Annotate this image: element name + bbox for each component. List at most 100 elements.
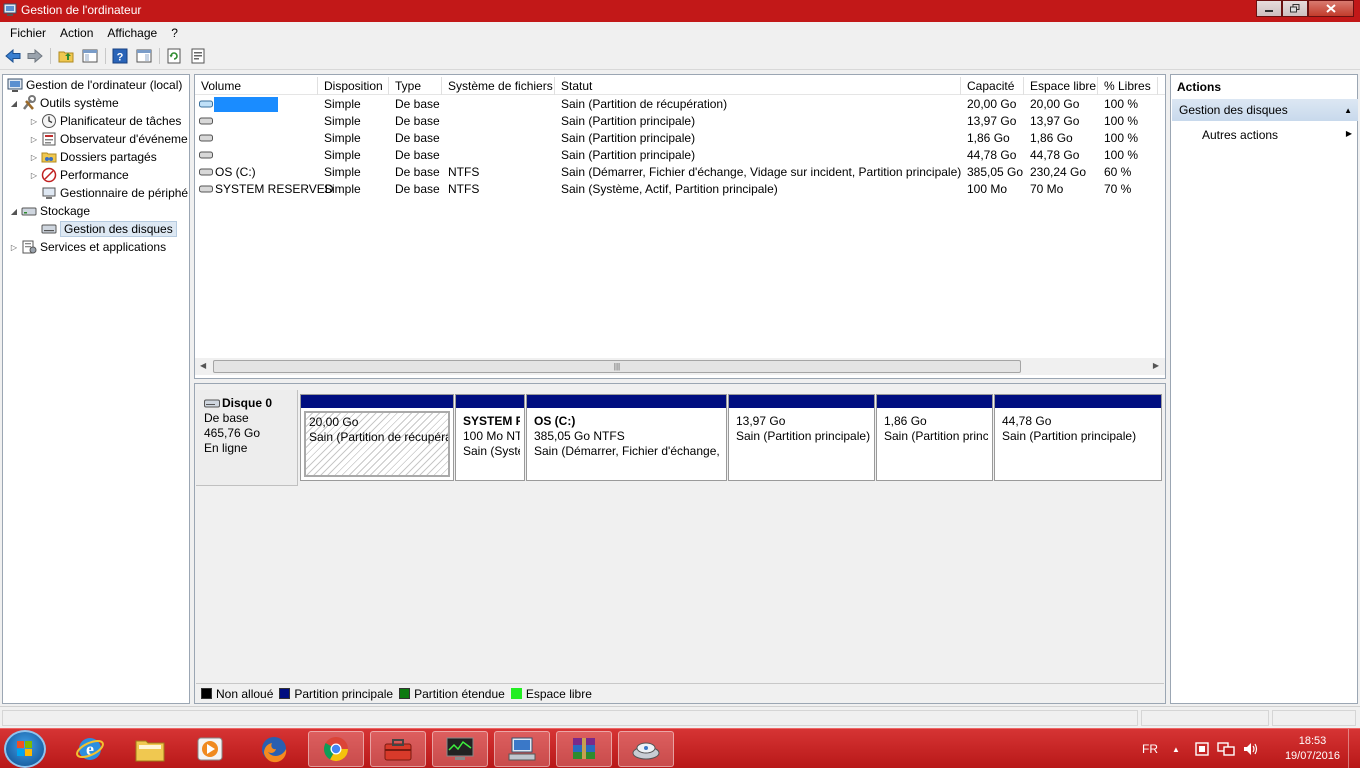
actions-title: Actions [1177, 80, 1222, 94]
cell-capacite: 385,05 Go [967, 165, 1024, 179]
event-viewer-icon [41, 131, 57, 147]
tree-node-planificateur[interactable]: ▷ Planificateur de tâches [29, 112, 181, 130]
disk-state: En ligne [204, 441, 248, 455]
partition-block[interactable]: SYSTEM R 100 Mo NT Sain (Systè [455, 394, 525, 481]
show-hide-action-pane-button[interactable] [135, 47, 153, 65]
partition-body: OS (C:) 385,05 Go NTFS Sain (Démarrer, F… [530, 411, 723, 477]
column-header-pct-libres[interactable]: % Libres [1098, 77, 1158, 95]
scrollbar-thumb[interactable]: ||| [213, 360, 1021, 373]
tree-node-stockage[interactable]: ◢ Stockage [9, 202, 90, 220]
properties-button[interactable] [189, 47, 207, 65]
partition-block[interactable]: 13,97 Go Sain (Partition principale) [728, 394, 875, 481]
minimize-button[interactable] [1256, 0, 1282, 17]
column-header-statut[interactable]: Statut [555, 77, 961, 95]
tree-node-label: Performance [60, 168, 129, 182]
taskbar-file-explorer[interactable] [122, 731, 178, 767]
expanded-arrow-icon[interactable]: ◢ [9, 207, 19, 216]
column-header-volume[interactable]: Volume [195, 77, 318, 95]
partition-block[interactable]: OS (C:) 385,05 Go NTFS Sain (Démarrer, F… [526, 394, 727, 481]
tree-node-services[interactable]: ▷ Services et applications [9, 238, 166, 256]
language-label: FR [1142, 742, 1158, 756]
device-manager-icon [41, 185, 57, 201]
action-center-icon[interactable] [1194, 729, 1210, 768]
taskbar-media-player[interactable] [182, 731, 238, 767]
partition-status: Sain (Partition principale) [736, 429, 871, 443]
taskbar-computer-management[interactable] [494, 731, 550, 767]
actions-pane: Actions Gestion des disques ▲ Autres act… [1170, 74, 1358, 704]
partition-block[interactable]: 20,00 Go Sain (Partition de récupéra [300, 394, 454, 481]
taskbar-disk-utility[interactable] [618, 731, 674, 767]
refresh-button[interactable] [165, 47, 183, 65]
tree-node-outils-systeme[interactable]: ◢ Outils système [9, 94, 119, 112]
cell-espace-libre: 230,24 Go [1030, 165, 1087, 179]
table-row[interactable]: OS (C:) Simple De base NTFS Sain (Démarr… [195, 164, 1165, 181]
column-header-capacite[interactable]: Capacité [961, 77, 1024, 95]
show-hidden-icons-icon[interactable]: ▲ [1172, 729, 1180, 768]
start-orb-icon[interactable] [4, 730, 46, 768]
partition-size: 44,78 Go [1002, 414, 1052, 428]
column-header-fs[interactable]: Système de fichiers [442, 77, 555, 95]
disk-info[interactable]: Disque 0 De base 465,76 Go En ligne [196, 390, 298, 486]
table-row[interactable]: Simple De base Sain (Partition principal… [195, 130, 1165, 147]
network-icon[interactable] [1217, 729, 1235, 768]
taskbar-monitor-app[interactable] [432, 731, 488, 767]
autres-actions-item[interactable]: Autres actions ▶ [1202, 128, 1352, 142]
menu-help[interactable]: ? [164, 26, 185, 40]
menu-fichier[interactable]: Fichier [3, 26, 53, 40]
chrome-icon [323, 737, 348, 762]
taskbar-internet-explorer[interactable]: e [62, 731, 118, 767]
tree-node-gestionnaire[interactable]: Gestionnaire de périphé [39, 184, 188, 202]
table-row[interactable]: SYSTEM RESERVED Simple De base NTFS Sain… [195, 181, 1165, 198]
cell-volume: OS (C:) [215, 165, 256, 179]
taskbar-chrome[interactable] [308, 731, 364, 767]
tree-node-dossiers[interactable]: ▷ Dossiers partagés [29, 148, 157, 166]
table-row[interactable]: Simple De base Sain (Partition de récupé… [195, 96, 1165, 113]
restore-button[interactable] [1282, 0, 1308, 17]
volume-icon[interactable] [1242, 729, 1260, 768]
cell-disposition: Simple [324, 97, 361, 111]
help-button[interactable]: ? [111, 47, 129, 65]
menu-affichage[interactable]: Affichage [100, 26, 164, 40]
tree-node-performance[interactable]: ▷ Performance [29, 166, 129, 184]
menu-action[interactable]: Action [53, 26, 100, 40]
show-hide-tree-button[interactable] [81, 47, 99, 65]
up-level-button[interactable] [57, 47, 75, 65]
partition-status: Sain (Démarrer, Fichier d'échange, V [534, 444, 723, 458]
collapse-up-arrow-icon[interactable]: ▲ [1344, 106, 1352, 115]
collapsed-arrow-icon[interactable]: ▷ [29, 135, 39, 144]
collapsed-arrow-icon[interactable]: ▷ [9, 243, 19, 252]
partition-block[interactable]: 1,86 Go Sain (Partition princ [876, 394, 993, 481]
tree-node-gestion-disques[interactable]: Gestion des disques [39, 220, 177, 238]
table-row[interactable]: Simple De base Sain (Partition principal… [195, 147, 1165, 164]
collapsed-arrow-icon[interactable]: ▷ [29, 171, 39, 180]
column-header-disposition[interactable]: Disposition [318, 77, 389, 95]
scroll-left-arrow-icon[interactable]: ◀ [200, 361, 206, 370]
taskbar-winrar[interactable] [556, 731, 612, 767]
table-row[interactable]: Simple De base Sain (Partition principal… [195, 113, 1165, 130]
collapsed-arrow-icon[interactable]: ▷ [29, 153, 39, 162]
disk-utility-icon [632, 742, 660, 760]
language-indicator[interactable]: FR [1142, 729, 1158, 768]
volume-list-horizontal-scrollbar[interactable]: ◀ ||| ▶ [195, 358, 1165, 375]
partition-block[interactable]: 44,78 Go Sain (Partition principale) [994, 394, 1162, 481]
cell-capacite: 1,86 Go [967, 131, 1010, 145]
internet-explorer-icon: e [76, 738, 104, 760]
back-button[interactable] [4, 47, 22, 65]
forward-button[interactable] [26, 47, 44, 65]
collapsed-arrow-icon[interactable]: ▷ [29, 117, 39, 126]
close-button[interactable] [1308, 0, 1354, 17]
actions-section-header[interactable]: Gestion des disques ▲ [1172, 99, 1358, 121]
cell-statut: Sain (Partition principale) [561, 114, 696, 128]
column-header-type[interactable]: Type [389, 77, 442, 95]
taskbar-toolbox-app[interactable] [370, 731, 426, 767]
taskbar-firefox[interactable] [246, 731, 302, 767]
column-header-espace-libre[interactable]: Espace libre [1024, 77, 1098, 95]
tree-node-root[interactable]: Gestion de l'ordinateur (local) [5, 76, 182, 94]
system-clock[interactable]: 18:53 19/07/2016 [1285, 734, 1340, 764]
scroll-right-arrow-icon[interactable]: ▶ [1153, 361, 1159, 370]
show-desktop-button[interactable] [1348, 729, 1360, 768]
status-bar [0, 706, 1360, 728]
tree-node-observateur[interactable]: ▷ Observateur d'événeme [29, 130, 188, 148]
expanded-arrow-icon[interactable]: ◢ [9, 99, 19, 108]
cell-capacite: 44,78 Go [967, 148, 1017, 162]
